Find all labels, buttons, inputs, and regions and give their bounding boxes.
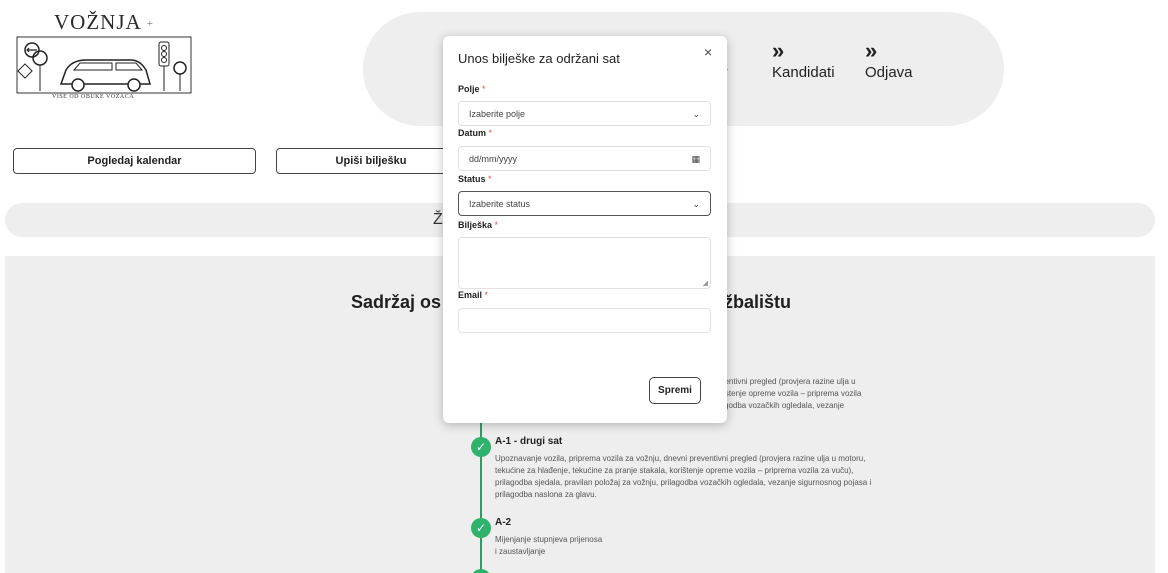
chevron-right-icon: » bbox=[772, 38, 785, 63]
logo-subtitle: VIŠE OD OBUKE VOZAČA bbox=[52, 94, 135, 100]
view-calendar-button[interactable]: Pogledaj kalendar bbox=[13, 148, 256, 174]
partial-desc-line: oristenje opreme vozila – priprema vozil… bbox=[716, 389, 862, 398]
timeline-item-title: A-2 bbox=[495, 517, 512, 528]
banner-text: Ž bbox=[433, 211, 443, 228]
logo-title: VOŽNJA + bbox=[54, 10, 154, 34]
check-icon: ✓ bbox=[471, 569, 491, 573]
partial-desc-line: eventivni pregled (provjera razine ulja … bbox=[716, 377, 856, 386]
timeline-item-desc: Upoznavanje vozila, priprema vozila za v… bbox=[495, 454, 872, 499]
calendar-icon[interactable]: ▦ bbox=[691, 154, 700, 165]
timeline-item-title: A-1 - drugi sat bbox=[495, 436, 563, 447]
nav-item-odjava[interactable]: » Odjava bbox=[865, 38, 913, 82]
biljeska-textarea[interactable]: ◢ bbox=[458, 237, 711, 289]
polje-select[interactable]: Izaberite polje ⌄ bbox=[458, 101, 711, 126]
partial-desc-line: ilagodba vozačkih ogledala, vezanje bbox=[716, 401, 845, 410]
save-button[interactable]: Spremi bbox=[649, 377, 701, 404]
note-modal: Unos bilješke za održani sat × Polje * I… bbox=[443, 36, 727, 423]
status-label: Status * bbox=[458, 174, 492, 184]
chevron-right-icon: » bbox=[865, 38, 878, 63]
polje-label: Polje * bbox=[458, 84, 486, 94]
datum-input[interactable]: dd/mm/yyyy ▦ bbox=[458, 146, 711, 171]
datum-label: Datum * bbox=[458, 128, 493, 138]
biljeska-label: Bilješka * bbox=[458, 220, 499, 230]
section-title-left: Sadržaj os bbox=[351, 292, 442, 312]
check-icon: ✓ bbox=[471, 518, 491, 538]
modal-title: Unos bilješke za održani sat bbox=[458, 51, 620, 66]
resize-handle-icon[interactable]: ◢ bbox=[703, 279, 708, 287]
chevron-down-icon: ⌄ bbox=[692, 199, 700, 209]
close-icon[interactable]: × bbox=[704, 44, 712, 60]
email-label: Email * bbox=[458, 290, 489, 300]
car-logo-icon bbox=[16, 36, 192, 94]
write-note-button[interactable]: Upiši bilješku bbox=[276, 148, 466, 174]
check-icon: ✓ bbox=[471, 437, 491, 457]
status-select[interactable]: Izaberite status ⌄ bbox=[458, 191, 711, 216]
logo[interactable]: VOŽNJA + VIŠE OD OBUKE VOZAČA bbox=[16, 10, 196, 106]
nav-item-kandidati[interactable]: » Kandidati bbox=[772, 38, 835, 82]
chevron-down-icon: ⌄ bbox=[692, 109, 700, 119]
email-field[interactable] bbox=[458, 308, 711, 333]
timeline-item-desc: Mijenjanje stupnjeva prijenosa i zaustavl… bbox=[495, 535, 603, 556]
